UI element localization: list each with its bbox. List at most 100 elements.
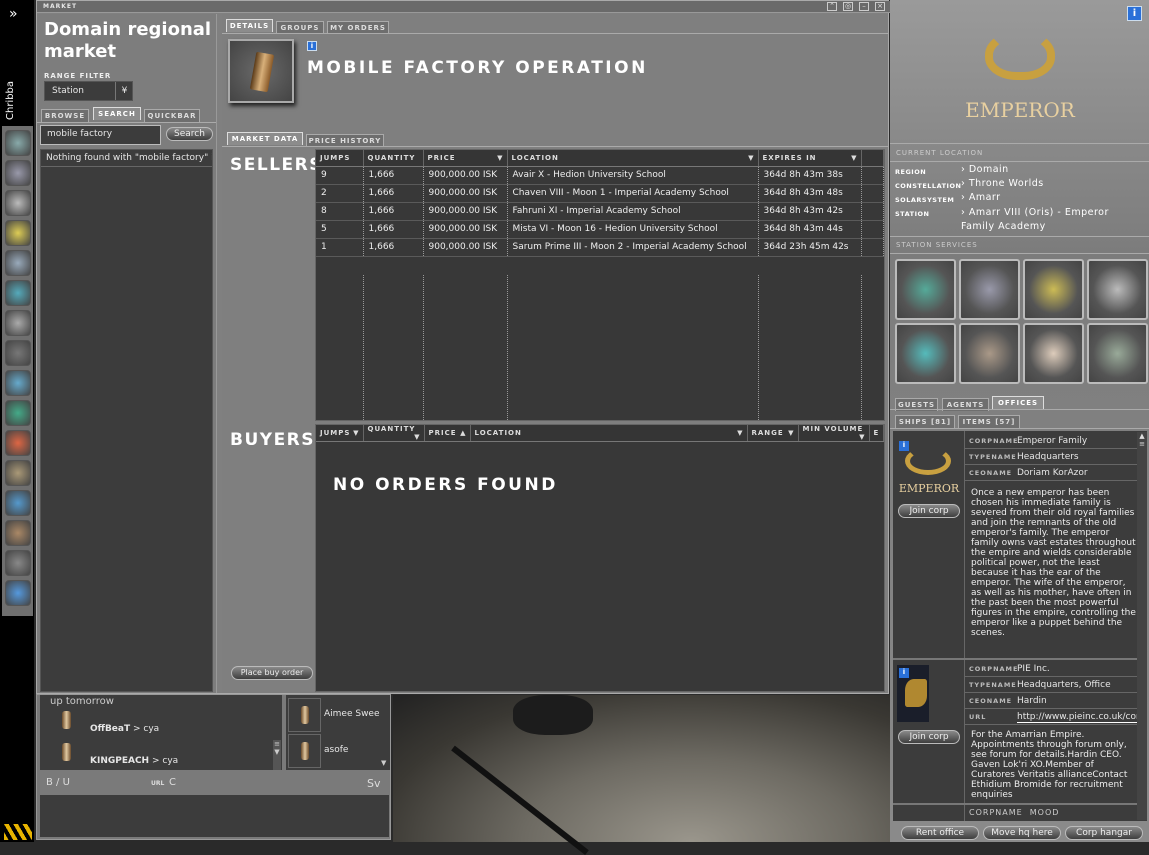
range-filter-select[interactable]: Station ¥: [44, 81, 133, 101]
pilot-portrait-icon[interactable]: [301, 742, 309, 760]
tab-quickbar[interactable]: QUICKBAR: [144, 109, 200, 122]
corp-url-link[interactable]: http://www.pieinc.co.uk/cor: [1017, 712, 1139, 723]
scroll-thumb[interactable]: ≡: [1137, 440, 1147, 448]
place-buy-order-button[interactable]: Place buy order: [231, 666, 313, 680]
neocom-button-icon[interactable]: [5, 310, 31, 336]
station-link[interactable]: › Amarr VIII (Oris) - Emperor Family Aca…: [961, 206, 1141, 234]
corpname-row: CORPNAMEPIE Inc.: [965, 661, 1139, 677]
column-header-location[interactable]: LOCATION ▼: [470, 425, 748, 442]
column-header-location[interactable]: LOCATION ▼: [507, 150, 759, 167]
solarsystem-link[interactable]: › Amarr: [961, 192, 1001, 203]
table-row[interactable]: 5 1,666 900,000.00 ISK Mista VI - Moon 16 -…: [316, 220, 884, 239]
url-button[interactable]: URL: [151, 780, 164, 787]
chat-sender[interactable]: OffBeaT: [90, 724, 130, 734]
column-header-range[interactable]: RANGE ▼: [747, 425, 799, 442]
column-header-price[interactable]: PRICE ▲: [424, 425, 471, 442]
column-header-jumps[interactable]: JUMPS: [316, 150, 364, 167]
tab-search[interactable]: SEARCH: [93, 107, 141, 120]
tab-browse[interactable]: BROWSE: [41, 109, 89, 122]
info-icon[interactable]: i: [307, 41, 317, 51]
info-icon[interactable]: i: [899, 441, 909, 451]
column-header-min-volume[interactable]: MIN VOLUME ▼: [798, 425, 870, 442]
scroll-up-icon[interactable]: ▲: [1137, 432, 1147, 440]
neocom-button-icon[interactable]: [5, 430, 31, 456]
offices-scrollbar[interactable]: ▲ ≡: [1137, 432, 1147, 820]
pilot-portrait-icon[interactable]: [301, 706, 309, 724]
column-header-quantity[interactable]: QUANTITY: [363, 150, 424, 167]
column-header-price[interactable]: PRICE ▼: [423, 150, 508, 167]
join-corp-button[interactable]: Join corp: [898, 730, 960, 744]
medical-service-icon[interactable]: [895, 259, 956, 320]
chat-sender[interactable]: KINGPEACH: [90, 756, 149, 766]
table-row[interactable]: 8 1,666 900,000.00 ISK Fahruni XI - Imperia…: [316, 202, 884, 221]
pilot-portrait-icon[interactable]: [62, 711, 71, 729]
neocom-button-icon[interactable]: [5, 490, 31, 516]
table-row[interactable]: 2 1,666 900,000.00 ISK Chaven VIII - Moon 1…: [316, 184, 884, 203]
factory-service-icon[interactable]: [959, 323, 1020, 384]
neocom-button-icon[interactable]: [5, 370, 31, 396]
ship-spire: [451, 745, 589, 855]
rent-office-button[interactable]: Rent office: [901, 826, 979, 840]
tab-ships[interactable]: SHIPS [81]: [895, 415, 955, 428]
settings-icon[interactable]: ◎: [843, 2, 853, 11]
chat-input[interactable]: [40, 795, 389, 837]
search-result-item[interactable]: Nothing found with "mobile factory" in: [41, 150, 212, 167]
info-icon[interactable]: i: [1127, 6, 1142, 21]
search-input[interactable]: mobile factory: [40, 125, 161, 145]
constellation-link[interactable]: › Throne Worlds: [961, 178, 1044, 189]
join-corp-button[interactable]: Join corp: [898, 504, 960, 518]
close-icon[interactable]: ×: [875, 2, 885, 11]
table-row[interactable]: 1 1,666 900,000.00 ISK Sarum Prime III - Mo…: [316, 238, 884, 257]
reprocessing-plant-service-icon[interactable]: [1023, 259, 1084, 320]
neocom-button-icon[interactable]: [5, 160, 31, 186]
neocom-button-icon[interactable]: [5, 220, 31, 246]
tab-market-data[interactable]: MARKET DATA: [227, 132, 303, 145]
neocom-button-icon[interactable]: [5, 520, 31, 546]
neocom-button-icon[interactable]: [5, 550, 31, 576]
chevron-menu-icon[interactable]: [4, 824, 32, 840]
pilot-portrait-icon[interactable]: [62, 743, 71, 761]
neocom-button-icon[interactable]: [5, 460, 31, 486]
table-row[interactable]: 9 1,666 900,000.00 ISK Avair X - Hedion Uni…: [316, 166, 884, 185]
tab-items[interactable]: ITEMS [57]: [958, 415, 1020, 428]
chat-scrollbar[interactable]: ≡ ▼: [273, 740, 281, 770]
scroll-down-icon[interactable]: ▼: [381, 759, 386, 767]
format-buttons[interactable]: B / U: [46, 777, 70, 788]
member-name[interactable]: asofe: [324, 745, 348, 755]
move-hq-button[interactable]: Move hq here: [983, 826, 1061, 840]
pin-icon[interactable]: ⌃: [827, 2, 837, 11]
column-header-jumps[interactable]: JUMPS ▼: [316, 425, 364, 442]
color-button[interactable]: C: [169, 777, 176, 788]
column-header-expires[interactable]: E: [869, 425, 884, 442]
font-size-button[interactable]: Sv: [367, 777, 381, 790]
column-header-expires[interactable]: EXPIRES IN ▼: [758, 150, 862, 167]
corp-hangar-button[interactable]: Corp hangar: [1065, 826, 1143, 840]
neocom-button-icon[interactable]: [5, 340, 31, 366]
ship-model: [513, 695, 593, 735]
fitting-service-icon[interactable]: [895, 323, 956, 384]
info-icon[interactable]: i: [899, 668, 909, 678]
column-header-quantity[interactable]: QUANTITY ▼: [363, 425, 425, 442]
ship-hangar-service-icon[interactable]: [1087, 323, 1148, 384]
space-viewport[interactable]: [393, 695, 890, 855]
window-titlebar[interactable]: MARKET ⌃ ◎ – ×: [37, 1, 890, 13]
cell-jumps: 2: [316, 184, 364, 203]
tab-details[interactable]: DETAILS: [226, 19, 273, 32]
minimize-icon[interactable]: –: [859, 2, 869, 11]
pilot-name[interactable]: Chribba: [5, 81, 16, 120]
region-link[interactable]: › Domain: [961, 164, 1009, 175]
neocom-button-icon[interactable]: [5, 400, 31, 426]
neocom-button-icon[interactable]: [5, 580, 31, 606]
chevron-down-icon[interactable]: ¥: [115, 82, 133, 100]
contracts-service-icon[interactable]: [1023, 323, 1084, 384]
neocom-button-icon[interactable]: [5, 280, 31, 306]
repair-shop-service-icon[interactable]: [959, 259, 1020, 320]
search-button[interactable]: Search: [166, 127, 213, 141]
member-name[interactable]: Aimee Swee: [324, 709, 380, 719]
tab-offices[interactable]: OFFICES: [992, 396, 1044, 409]
market-service-icon[interactable]: [1087, 259, 1148, 320]
neocom-button-icon[interactable]: [5, 130, 31, 156]
neocom-button-icon[interactable]: [5, 190, 31, 216]
expand-icon[interactable]: »: [9, 6, 18, 22]
neocom-button-icon[interactable]: [5, 250, 31, 276]
